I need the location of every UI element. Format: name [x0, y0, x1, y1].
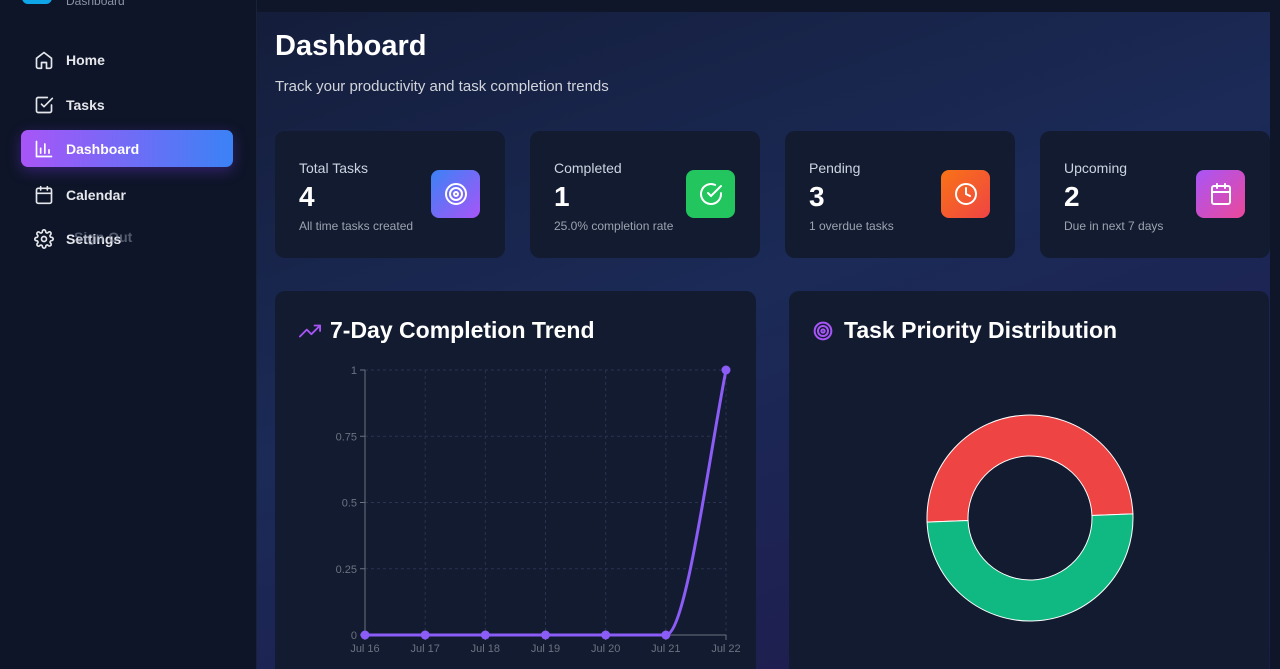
- y-tick-label: 0.5: [342, 498, 357, 510]
- stat-value: 1: [554, 181, 570, 212]
- stat-label: Completed: [554, 160, 622, 176]
- stat-label: Upcoming: [1064, 160, 1128, 176]
- check-circle-icon: [686, 170, 735, 218]
- x-tick-label: Jul 18: [471, 643, 500, 655]
- brand-subtitle: Dashboard: [66, 0, 125, 8]
- sidebar-item-dashboard[interactable]: Dashboard: [21, 130, 233, 167]
- data-point: [541, 630, 550, 640]
- x-tick-label: Jul 22: [711, 643, 740, 655]
- x-tick-label: Jul 16: [350, 643, 379, 655]
- x-tick-label: Jul 17: [410, 643, 439, 655]
- top-bar: [257, 0, 1280, 12]
- x-tick-label: Jul 21: [651, 643, 680, 655]
- stat-card-completed: Completed 1 25.0% completion rate: [530, 131, 760, 258]
- stat-label: Total Tasks: [299, 160, 368, 176]
- data-point: [480, 630, 490, 640]
- x-tick-label: Jul 19: [531, 643, 560, 655]
- bar-chart-icon: [34, 139, 54, 159]
- stat-value: 2: [1064, 181, 1080, 212]
- sidebar-item-calendar[interactable]: Calendar: [21, 176, 233, 213]
- scrollbar[interactable]: [1270, 0, 1280, 669]
- trend-panel: 7-Day Completion Trend 0 0.25 0.5 0.75 1 Jul …: [275, 291, 756, 669]
- stat-note: 1 overdue tasks: [809, 219, 894, 233]
- page-title: Dashboard: [275, 30, 427, 62]
- stat-note: Due in next 7 days: [1064, 219, 1164, 233]
- sidebar-item-label: Dashboard: [66, 140, 140, 157]
- sidebar-item-label: Calendar: [66, 186, 126, 203]
- data-point: [360, 630, 370, 640]
- y-tick-label: 0.75: [336, 431, 357, 443]
- line-chart: 0 0.25 0.5 0.75 1 Jul 16 Jul 17 Jul 18 Jul 19 Jul…: [336, 365, 741, 655]
- sign-out-button[interactable]: Sign Out: [74, 229, 132, 245]
- data-point: [420, 630, 430, 640]
- gear-icon: [34, 228, 54, 249]
- brand-logo: [22, 0, 52, 4]
- x-tick-label: Jul 20: [591, 643, 620, 655]
- main-content: Dashboard Track your productivity and ta…: [257, 0, 1280, 669]
- stat-value: 3: [809, 181, 825, 212]
- stat-label: Pending: [809, 160, 861, 176]
- sidebar-item-label: Home: [66, 51, 105, 68]
- donut-slice: [926, 414, 1134, 523]
- stat-note: All time tasks created: [299, 219, 414, 233]
- checkbox-icon: [34, 95, 54, 115]
- y-tick-label: 1: [351, 365, 357, 377]
- target-icon: [431, 170, 480, 218]
- stat-card-pending: Pending 3 1 overdue tasks: [785, 131, 1015, 258]
- donut-slice: [926, 513, 1134, 622]
- y-tick-label: 0: [351, 630, 357, 642]
- sidebar-item-tasks[interactable]: Tasks: [21, 86, 233, 123]
- home-icon: [34, 50, 54, 70]
- sidebar-item-home[interactable]: Home: [21, 41, 233, 78]
- stat-note: 25.0% completion rate: [554, 219, 674, 233]
- priority-panel: Task Priority Distribution: [789, 291, 1269, 669]
- data-point: [661, 630, 671, 640]
- stat-card-upcoming: Upcoming 2 Due in next 7 days: [1040, 131, 1270, 258]
- calendar-icon: [34, 185, 54, 205]
- sidebar-item-label: Tasks: [66, 96, 105, 113]
- data-point: [721, 365, 731, 375]
- y-tick-label: 0.25: [336, 564, 357, 576]
- sidebar: Dashboard Home Tasks Dashboard Calendar …: [0, 0, 257, 669]
- data-point: [601, 630, 611, 640]
- stat-value: 4: [299, 181, 315, 212]
- calendar-icon: [1196, 170, 1245, 218]
- page-subtitle: Track your productivity and task complet…: [275, 78, 609, 95]
- donut-chart: [926, 414, 1134, 622]
- clock-icon: [941, 170, 990, 218]
- stat-card-total: Total Tasks 4 All time tasks created: [275, 131, 505, 258]
